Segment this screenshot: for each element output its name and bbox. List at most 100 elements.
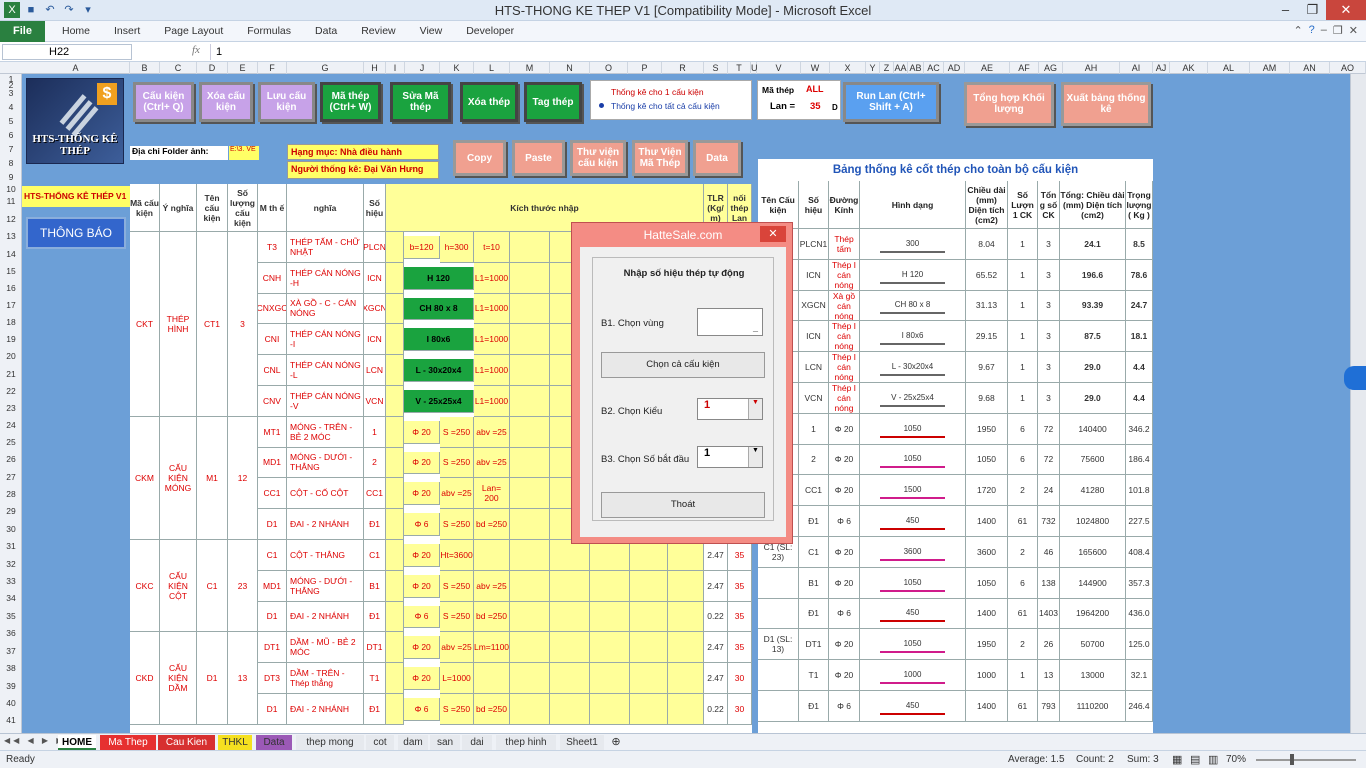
row-empty-cell[interactable]: [510, 262, 550, 294]
row-so-hieu[interactable]: PLCN: [364, 232, 386, 263]
summary-nt[interactable]: 72: [1038, 444, 1060, 476]
summary-w[interactable]: 227.5: [1126, 506, 1153, 537]
close-button[interactable]: ✕: [1326, 0, 1366, 20]
row-k1[interactable]: H 120: [404, 266, 474, 290]
row-lan[interactable]: 30: [728, 694, 752, 725]
column-header[interactable]: D: [197, 62, 228, 74]
row-description[interactable]: THÉP CÁN NÓNG -I: [287, 324, 364, 356]
row-index-cell[interactable]: [386, 293, 404, 325]
summary-dk[interactable]: Φ 20: [829, 567, 860, 599]
column-header[interactable]: G: [287, 62, 364, 74]
summary-len[interactable]: 3600: [966, 537, 1008, 568]
summary-shape[interactable]: 3600: [860, 537, 966, 568]
column-header[interactable]: V: [757, 62, 801, 74]
row-header[interactable]: 12: [0, 214, 22, 224]
column-header[interactable]: AB: [908, 62, 924, 74]
row-description[interactable]: ĐAI - 2 NHÁNH: [287, 509, 364, 540]
summary-w[interactable]: 125.0: [1126, 629, 1153, 661]
summary-n1[interactable]: 2: [1008, 475, 1038, 507]
summary-n1[interactable]: 61: [1008, 506, 1038, 537]
row-empty-cell[interactable]: [590, 694, 630, 725]
paste-button[interactable]: Paste: [512, 140, 565, 176]
chon-ca-cau-kien-button[interactable]: Chọn cả cấu kiện: [601, 352, 765, 378]
row-header[interactable]: 17: [0, 300, 22, 310]
summary-nt[interactable]: 1403: [1038, 598, 1060, 630]
row-k3[interactable]: Lan= 200: [474, 478, 510, 510]
ma-thep-button[interactable]: Mã thép (Ctrl+ W): [320, 82, 381, 122]
row-header[interactable]: 23: [0, 403, 22, 413]
column-header[interactable]: AG: [1039, 62, 1063, 74]
row-k1[interactable]: L - 30x20x4: [404, 359, 474, 382]
group-name[interactable]: M1: [197, 416, 228, 540]
thoat-button[interactable]: Thoát: [601, 492, 765, 518]
summary-dk[interactable]: Φ 20: [829, 444, 860, 476]
row-header[interactable]: 36: [0, 628, 22, 638]
row-lan[interactable]: 35: [728, 601, 752, 633]
summary-len[interactable]: 1050: [966, 444, 1008, 476]
row-index-cell[interactable]: [386, 663, 404, 694]
row-empty-cell[interactable]: [668, 601, 704, 633]
tab-data[interactable]: Data: [303, 21, 349, 42]
row-tlr[interactable]: 0.22: [704, 601, 728, 633]
summary-sh[interactable]: Đ1: [799, 691, 829, 722]
row-m-code[interactable]: C1: [258, 540, 287, 571]
column-header[interactable]: P: [628, 62, 662, 74]
summary-name[interactable]: D1 (SL: 13): [758, 629, 799, 661]
row-index-cell[interactable]: [386, 355, 404, 386]
row-lan[interactable]: 35: [728, 540, 752, 571]
summary-tot[interactable]: 75600: [1060, 444, 1126, 476]
column-header[interactable]: Y: [866, 62, 880, 74]
row-k3[interactable]: bd =250: [474, 601, 510, 633]
row-k3[interactable]: Lm=1100: [474, 632, 510, 664]
column-header[interactable]: J: [405, 62, 440, 74]
summary-n1[interactable]: 6: [1008, 444, 1038, 476]
row-empty-cell[interactable]: [510, 663, 550, 694]
tab-insert[interactable]: Insert: [102, 21, 152, 42]
row-header[interactable]: 22: [0, 386, 22, 396]
row-empty-cell[interactable]: [630, 570, 668, 602]
column-header[interactable]: F: [258, 62, 287, 74]
row-empty-cell[interactable]: [550, 601, 590, 633]
row-k1[interactable]: Φ 20: [404, 420, 440, 444]
sheet-tab-san[interactable]: san: [430, 735, 460, 750]
row-tlr[interactable]: 2.47: [704, 540, 728, 571]
tong-hop-khoi-luong-button[interactable]: Tổng hợp Khối lượng: [964, 82, 1054, 126]
row-description[interactable]: THÉP CÁN NÓNG -H: [287, 262, 364, 294]
summary-n1[interactable]: 61: [1008, 691, 1038, 722]
workbook-minimize-icon[interactable]: –: [1321, 24, 1327, 37]
column-header[interactable]: AJ: [1153, 62, 1170, 74]
summary-shape[interactable]: 1050: [860, 413, 966, 445]
row-empty-cell[interactable]: [550, 540, 590, 571]
summary-len[interactable]: 1720: [966, 475, 1008, 507]
column-header[interactable]: T: [728, 62, 751, 74]
row-empty-cell[interactable]: [550, 694, 590, 725]
cau-kien-button[interactable]: Cấu kiện (Ctrl+ Q): [133, 82, 194, 122]
row-k3[interactable]: abv =25: [474, 570, 510, 602]
row-header[interactable]: 5: [0, 116, 22, 126]
summary-w[interactable]: 4.4: [1126, 352, 1153, 383]
row-so-hieu[interactable]: VCN: [364, 386, 386, 417]
summary-tot[interactable]: 1964200: [1060, 598, 1126, 630]
row-empty-cell[interactable]: [510, 386, 550, 417]
summary-w[interactable]: 32.1: [1126, 660, 1153, 691]
summary-dk[interactable]: Thép tấm: [829, 229, 860, 260]
summary-nt[interactable]: 72: [1038, 413, 1060, 445]
row-tlr[interactable]: 0.22: [704, 694, 728, 725]
summary-len[interactable]: 65.52: [966, 259, 1008, 291]
summary-shape[interactable]: 1050: [860, 567, 966, 599]
kieu-select[interactable]: 1 ▼: [697, 398, 763, 420]
summary-shape[interactable]: 1500: [860, 475, 966, 507]
row-header[interactable]: 16: [0, 283, 22, 293]
row-header[interactable]: 19: [0, 334, 22, 344]
summary-nt[interactable]: 3: [1038, 290, 1060, 322]
row-k2[interactable]: S =250: [440, 416, 474, 448]
summary-tot[interactable]: 140400: [1060, 413, 1126, 445]
summary-sh[interactable]: Đ1: [799, 598, 829, 630]
summary-len[interactable]: 29.15: [966, 321, 1008, 353]
summary-dk[interactable]: Φ 20: [829, 660, 860, 691]
row-so-hieu[interactable]: T1: [364, 663, 386, 694]
group-name[interactable]: D1: [197, 632, 228, 725]
summary-len[interactable]: 8.04: [966, 229, 1008, 260]
row-m-code[interactable]: CNH: [258, 262, 287, 294]
row-index-cell[interactable]: [386, 478, 404, 510]
